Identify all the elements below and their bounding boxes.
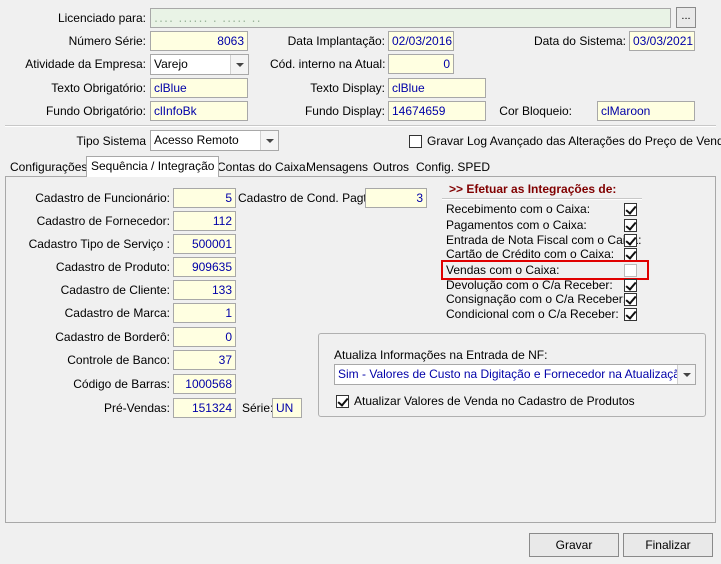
integracao-recebimento-checkbox[interactable]: [624, 203, 637, 216]
cadastro-cliente-label: Cadastro de Cliente:: [60, 283, 170, 297]
texto-display-field[interactable]: clBlue: [388, 78, 486, 98]
cod-interno-label: Cód. interno na Atual:: [270, 57, 386, 71]
atividade-select[interactable]: Varejo: [150, 54, 249, 75]
tab-contas-do-caixa[interactable]: Contas do Caixa: [213, 158, 310, 176]
integracao-condicional-label: Condicional com o C/a Receber:: [446, 307, 619, 321]
cadastro-tipo-servico-label: Cadastro Tipo de Serviço :: [28, 237, 170, 251]
tab-config-sped[interactable]: Config. SPED: [412, 158, 494, 176]
cor-bloqueio-field[interactable]: clMaroon: [597, 101, 695, 121]
codigo-barras-field[interactable]: 1000568: [173, 374, 236, 394]
atividade-select-value: Varejo: [154, 57, 188, 71]
cod-interno-field[interactable]: 0: [388, 54, 454, 74]
tipo-sistema-select[interactable]: Acesso Remoto: [150, 130, 279, 151]
cor-bloqueio-label: Cor Bloqueio:: [499, 104, 572, 118]
controle-banco-field[interactable]: 37: [173, 350, 236, 370]
serie-field[interactable]: UN: [272, 398, 302, 418]
tipo-sistema-select-value: Acesso Remoto: [154, 133, 239, 147]
licenciado-lookup-button[interactable]: ...: [676, 7, 696, 28]
atividade-label: Atividade da Empresa:: [25, 57, 146, 71]
chevron-down-icon: [260, 131, 278, 150]
data-sistema-field[interactable]: 03/03/2021: [629, 31, 695, 51]
atualizar-valores-label: Atualizar Valores de Venda no Cadastro d…: [354, 394, 635, 408]
gravar-log-checkbox[interactable]: [409, 135, 422, 148]
texto-obrigatorio-field[interactable]: clBlue: [150, 78, 248, 98]
header-divider: [5, 125, 716, 127]
licenciado-field: ․․․․ ․․․․․․ ․ ․․․․․ ․․: [150, 8, 671, 28]
pre-vendas-field[interactable]: 151324: [173, 398, 236, 418]
cadastro-fornecedor-label: Cadastro de Fornecedor:: [36, 214, 170, 228]
codigo-barras-label: Código de Barras:: [73, 377, 170, 391]
integracao-vendas-checkbox[interactable]: [624, 264, 637, 277]
fundo-obrigatorio-field[interactable]: clInfoBk: [150, 101, 248, 121]
cadastro-produto-field[interactable]: 909635: [173, 257, 236, 277]
texto-obrigatorio-label: Texto Obrigatório:: [51, 81, 146, 95]
tab-outros[interactable]: Outros: [369, 158, 413, 176]
fundo-obrigatorio-label: Fundo Obrigatório:: [45, 104, 146, 118]
licenciado-label: Licenciado para:: [57, 11, 146, 25]
finalizar-button[interactable]: Finalizar: [623, 533, 713, 557]
cadastro-produto-label: Cadastro de Produto:: [55, 260, 170, 274]
chevron-down-icon: [677, 365, 695, 384]
cadastro-marca-field[interactable]: 1: [173, 303, 236, 323]
integracao-consignacao-checkbox[interactable]: [624, 293, 637, 306]
integracao-condicional-checkbox[interactable]: [624, 308, 637, 321]
cadastro-funcionario-field[interactable]: 5: [173, 188, 236, 208]
nf-group-label: Atualiza Informações na Entrada de NF:: [334, 348, 548, 362]
pre-vendas-label: Pré-Vendas:: [103, 401, 170, 415]
texto-display-label: Texto Display:: [310, 81, 385, 95]
numero-serie-label: Número Série:: [68, 34, 146, 48]
cadastro-fornecedor-field[interactable]: 112: [173, 211, 236, 231]
cadastro-cond-pagto-label: Cadastro de Cond. Pagto:: [238, 191, 377, 205]
cadastro-cliente-field[interactable]: 133: [173, 280, 236, 300]
fundo-display-label: Fundo Display:: [304, 104, 385, 118]
cadastro-marca-label: Cadastro de Marca:: [64, 306, 170, 320]
data-implantacao-label: Data Implantação:: [287, 34, 385, 48]
tab-mensagens[interactable]: Mensagens: [302, 158, 372, 176]
fundo-display-field[interactable]: 14674659: [388, 101, 486, 121]
nf-atualizacao-select[interactable]: Sim - Valores de Custo na Digitação e Fo…: [334, 364, 696, 385]
atualizar-valores-checkbox[interactable]: [336, 395, 349, 408]
integracao-entrada-nf-checkbox[interactable]: [624, 234, 637, 247]
cadastro-bordero-field[interactable]: 0: [173, 327, 236, 347]
serie-label: Série:: [242, 401, 274, 415]
tab-configuracoes[interactable]: Configurações: [6, 158, 91, 176]
numero-serie-field[interactable]: 8063: [150, 31, 248, 51]
cadastro-bordero-label: Cadastro de Borderô:: [55, 330, 170, 344]
tab-sequencia-integracao[interactable]: Sequência / Integração: [86, 156, 220, 177]
controle-banco-label: Controle de Banco:: [67, 353, 170, 367]
gravar-log-label: Gravar Log Avançado das Alterações do Pr…: [427, 134, 721, 148]
data-implantacao-field[interactable]: 02/03/2016: [388, 31, 454, 51]
cadastro-funcionario-label: Cadastro de Funcionário:: [35, 191, 170, 205]
nf-atualizacao-select-value: Sim - Valores de Custo na Digitação e Fo…: [338, 367, 687, 381]
tipo-sistema-label: Tipo Sistema: [76, 134, 146, 148]
data-sistema-label: Data do Sistema:: [533, 34, 626, 48]
chevron-down-icon: [230, 55, 248, 74]
integracoes-title: >> Efetuar as Integrações de:: [449, 182, 617, 196]
cadastro-tipo-servico-field[interactable]: 500001: [173, 234, 236, 254]
cadastro-cond-pagto-field[interactable]: 3: [365, 188, 427, 208]
gravar-button[interactable]: Gravar: [529, 533, 619, 557]
